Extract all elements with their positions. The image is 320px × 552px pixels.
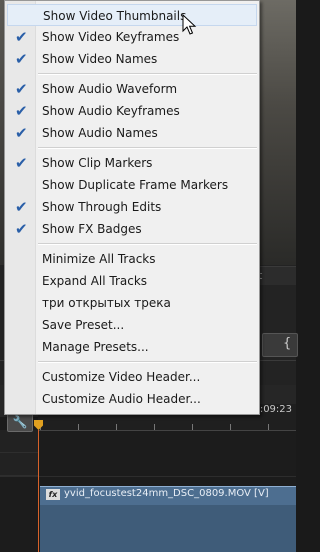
checkmark-icon: ✔: [15, 28, 28, 46]
menu-item[interactable]: ✔ Show FX Badges: [7, 218, 257, 240]
video-clip-body[interactable]: [40, 505, 296, 552]
track-header[interactable]: [0, 453, 38, 476]
checkmark-icon: ✔: [15, 102, 28, 120]
menu-item[interactable]: Expand All Tracks: [7, 270, 257, 292]
menu-item-label: Customize Video Header...: [42, 370, 201, 384]
fx-badge-icon: fx: [46, 489, 60, 500]
menu-item-label: Manage Presets...: [42, 340, 149, 354]
checkmark-icon: ✔: [15, 198, 28, 216]
menu-item[interactable]: Manage Presets...: [7, 336, 257, 358]
menu-item-label: Show Video Thumbnails: [43, 9, 187, 23]
menu-separator: [38, 147, 257, 149]
timeline-display-settings-menu: Show Video Thumbnails ✔ Show Video Keyfram…: [4, 0, 260, 415]
menu-item[interactable]: ✔ Show Audio Keyframes: [7, 100, 257, 122]
menu-item[interactable]: Minimize All Tracks: [7, 248, 257, 270]
menu-item-label: Customize Audio Header...: [42, 392, 201, 406]
checkmark-icon: ✔: [15, 80, 28, 98]
ruler-tick: [230, 424, 231, 430]
checkmark-icon: ✔: [15, 50, 28, 68]
menu-item[interactable]: ✔ Show Audio Names: [7, 122, 257, 144]
menu-item[interactable]: ✔ Show Audio Waveform: [7, 78, 257, 100]
checkmark-icon: ✔: [15, 220, 28, 238]
panel-button[interactable]: {: [262, 333, 298, 357]
ruler-tick: [78, 424, 79, 430]
playhead-line: [38, 430, 39, 552]
checkmark-icon: ✔: [15, 154, 28, 172]
menu-item-label: Save Preset...: [42, 318, 125, 332]
wrench-icon[interactable]: 🔧: [7, 412, 33, 432]
video-clip[interactable]: fx yvid_focustest24mm_DSC_0809.MOV [V]: [40, 486, 296, 506]
menu-separator: [38, 243, 257, 245]
menu-item[interactable]: три открытых трека: [7, 292, 257, 314]
menu-item[interactable]: Customize Video Header...: [7, 366, 257, 388]
ruler-tick: [268, 424, 269, 430]
menu-item-label: Minimize All Tracks: [42, 252, 156, 266]
menu-item[interactable]: ✔ Show Video Names: [7, 48, 257, 70]
menu-item[interactable]: Show Video Thumbnails: [7, 4, 257, 26]
ruler-tick: [154, 424, 155, 430]
ruler-tick: [192, 424, 193, 430]
mouse-pointer-icon: [182, 14, 197, 35]
track-header[interactable]: [0, 430, 38, 453]
menu-item[interactable]: ✔ Show Through Edits: [7, 196, 257, 218]
menu-item-label: три открытых трека: [42, 296, 171, 310]
menu-item-label: Show Through Edits: [42, 200, 162, 214]
menu-item[interactable]: ✔ Show Clip Markers: [7, 152, 257, 174]
menu-item-label: Show Video Keyframes: [42, 30, 180, 44]
clip-name: yvid_focustest24mm_DSC_0809.MOV [V]: [64, 488, 269, 499]
menu-item[interactable]: Show Duplicate Frame Markers: [7, 174, 257, 196]
menu-item-label: Show Video Names: [42, 52, 158, 66]
ruler-tick: [116, 424, 117, 430]
menu-item-label: Show Clip Markers: [42, 156, 153, 170]
panel-tab[interactable]: t: [256, 266, 296, 285]
menu-item[interactable]: ✔ Show Video Keyframes: [7, 26, 257, 48]
menu-item-label: Show FX Badges: [42, 222, 142, 236]
menu-item[interactable]: Save Preset...: [7, 314, 257, 336]
menu-item-label: Show Duplicate Frame Markers: [42, 178, 229, 192]
menu-item-label: Show Audio Waveform: [42, 82, 178, 96]
menu-separator: [38, 361, 257, 363]
panel-button-glyph: {: [283, 336, 292, 351]
menu-item-label: Show Audio Names: [42, 126, 158, 140]
menu-item-label: Expand All Tracks: [42, 274, 148, 288]
menu-item-label: Show Audio Keyframes: [42, 104, 180, 118]
checkmark-icon: ✔: [15, 124, 28, 142]
menu-item[interactable]: Customize Audio Header...: [7, 388, 257, 410]
track-divider: [0, 476, 296, 477]
menu-separator: [38, 73, 257, 75]
